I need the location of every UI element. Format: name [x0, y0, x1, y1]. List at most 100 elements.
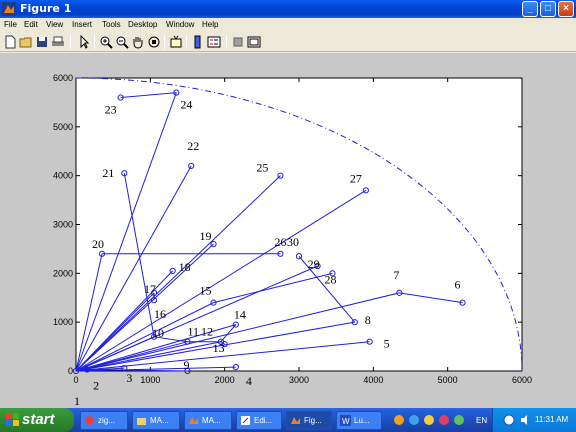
x-tick-label: 1000 — [140, 375, 160, 385]
x-tick-label: 0 — [73, 375, 78, 385]
y-tick-label: 3000 — [53, 220, 73, 230]
node-label: 14 — [234, 308, 246, 322]
y-tick-label: 0 — [68, 366, 73, 376]
node-label: 5 — [384, 337, 390, 351]
menu-bar: File Edit View Insert Tools Desktop Wind… — [0, 18, 576, 32]
node-label: 17 — [144, 282, 156, 296]
language-indicator[interactable]: EN — [476, 416, 487, 425]
node-label: 10 — [152, 326, 164, 340]
taskbar: start zig... MA... MA... Edi... Fig... W… — [0, 408, 576, 432]
y-tick-label: 5000 — [53, 122, 73, 132]
title-bar[interactable]: Figure 1 _ □ × — [0, 0, 576, 18]
word-icon: W — [340, 415, 351, 426]
save-icon[interactable] — [34, 34, 50, 50]
node-label: 11 — [188, 325, 200, 339]
taskbar-item-ma-1[interactable]: MA... — [132, 411, 180, 430]
node-label: 7 — [393, 268, 399, 282]
x-tick-label: 2000 — [215, 375, 235, 385]
node-label: 1 — [74, 394, 80, 408]
system-tray: 11:31 AM — [492, 408, 576, 432]
colorbar-icon[interactable] — [190, 34, 206, 50]
y-tick-label: 2000 — [53, 268, 73, 278]
node-label: 3 — [126, 371, 132, 385]
node-label: 22 — [187, 139, 199, 153]
quicklaunch-icons[interactable] — [392, 413, 470, 427]
folder-icon — [137, 418, 146, 425]
x-tick-label: 3000 — [289, 375, 309, 385]
editor-icon — [241, 416, 250, 425]
axes-background — [75, 77, 523, 372]
node-label: 24 — [180, 98, 192, 112]
node-label: 20 — [92, 237, 104, 251]
node-label: 8 — [365, 313, 371, 327]
legend-icon[interactable] — [206, 34, 222, 50]
y-tick-label: 4000 — [53, 171, 73, 181]
rotate-3d-icon[interactable] — [146, 34, 162, 50]
taskbar-item-zig[interactable]: zig... — [80, 411, 128, 430]
node-label: 12 — [201, 325, 213, 339]
x-tick-label: 6000 — [512, 375, 532, 385]
data-cursor-icon[interactable] — [168, 34, 184, 50]
x-tick-label: 5000 — [438, 375, 458, 385]
windows-logo-icon — [6, 413, 19, 426]
zoom-in-icon[interactable] — [98, 34, 114, 50]
node-label: 29 — [308, 257, 320, 271]
pointer-icon[interactable] — [76, 34, 92, 50]
plot-canvas[interactable]: 0 1000 2000 3000 4000 5000 6000 0 1000 2000 3000 40… — [0, 53, 576, 408]
taskbar-item-fig[interactable]: Fig... — [286, 411, 332, 430]
x-tick-label: 4000 — [363, 375, 383, 385]
close-button[interactable]: × — [558, 1, 574, 17]
node-label: 27 — [350, 171, 362, 185]
maximize-button[interactable]: □ — [540, 1, 556, 17]
menu-edit[interactable]: Edit — [24, 20, 38, 29]
hide-plot-tools-icon[interactable] — [230, 34, 246, 50]
taskbar-item-edi[interactable]: Edi... — [236, 411, 282, 430]
new-file-icon[interactable] — [2, 34, 18, 50]
figure-window: Figure 1 _ □ × File Edit View Insert Too… — [0, 0, 576, 408]
node-label: 21 — [102, 166, 114, 180]
node-label: 23 — [105, 103, 117, 117]
menu-help[interactable]: Help — [202, 20, 218, 29]
node-label: 9 — [184, 358, 190, 372]
app-icon — [85, 416, 94, 425]
y-tick-label: 1000 — [53, 317, 73, 327]
menu-insert[interactable]: Insert — [72, 20, 92, 29]
node-label: 15 — [200, 284, 212, 298]
volume-icon[interactable] — [519, 414, 531, 426]
menu-view[interactable]: View — [46, 20, 63, 29]
matlab-icon — [189, 417, 198, 424]
node-label: 6 — [455, 278, 461, 292]
figure-toolbar — [0, 32, 576, 52]
clock: 11:31 AM — [535, 415, 569, 424]
node-label: 26 — [274, 235, 286, 249]
menu-file[interactable]: File — [4, 20, 17, 29]
menu-desktop[interactable]: Desktop — [128, 20, 157, 29]
matlab-icon — [2, 2, 16, 16]
print-icon[interactable] — [50, 34, 66, 50]
show-plot-tools-icon[interactable] — [246, 34, 262, 50]
taskbar-item-lu[interactable]: W Lu... — [336, 411, 382, 430]
matlab-icon — [291, 417, 300, 424]
y-tick-label: 6000 — [53, 73, 73, 83]
taskbar-item-ma-2[interactable]: MA... — [184, 411, 232, 430]
open-folder-icon[interactable] — [18, 34, 34, 50]
zoom-out-icon[interactable] — [114, 34, 130, 50]
node-label: 30 — [287, 235, 299, 249]
network-icon[interactable] — [503, 414, 515, 426]
node-label: 28 — [324, 272, 336, 286]
node-label: 13 — [213, 341, 225, 355]
menu-tools[interactable]: Tools — [102, 20, 121, 29]
start-label: start — [22, 411, 55, 428]
menu-window[interactable]: Window — [166, 20, 194, 29]
pan-icon[interactable] — [130, 34, 146, 50]
node-label: 2 — [93, 379, 99, 393]
minimize-button[interactable]: _ — [522, 1, 538, 17]
node-label: 25 — [256, 161, 268, 175]
window-title: Figure 1 — [20, 2, 72, 15]
node-label: 16 — [154, 307, 166, 321]
start-button[interactable]: start — [0, 408, 74, 432]
node-label: 19 — [200, 229, 212, 243]
node-label: 4 — [246, 374, 252, 388]
svg-text:W: W — [342, 417, 350, 426]
node-label: 18 — [179, 260, 191, 274]
